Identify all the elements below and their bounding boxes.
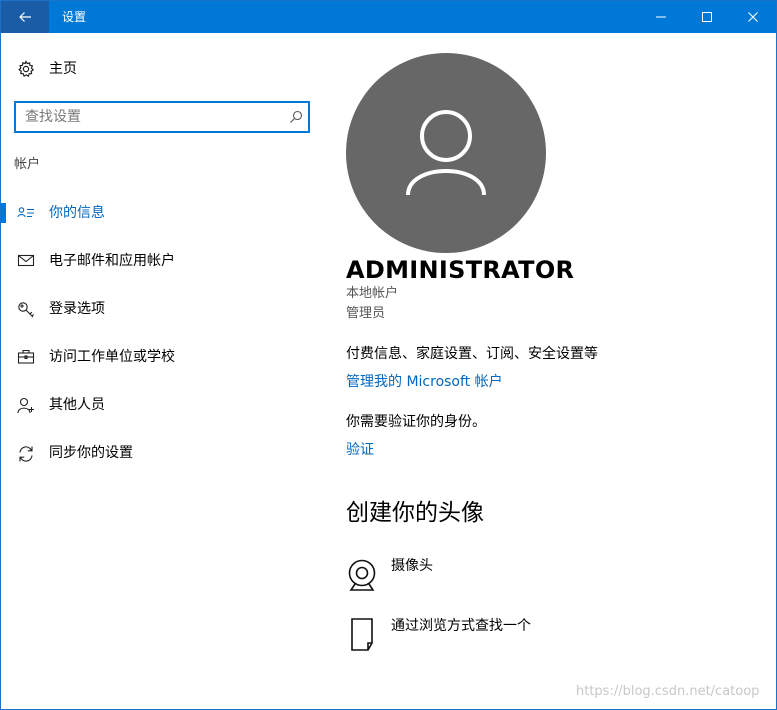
avatar-option-label: 摄像头 [391,558,433,574]
avatar-option-browse[interactable]: 通过浏览方式查找一个 [346,617,606,665]
user-silhouette-icon [406,110,486,196]
back-button[interactable] [1,1,49,33]
user-card-icon [17,207,34,218]
webcam-icon [348,559,376,591]
sidebar-item-label: 你的信息 [49,205,105,221]
avatar-option-camera[interactable]: 摄像头 [346,557,606,605]
sidebar-item-your-info[interactable]: 你的信息 [1,193,321,233]
sidebar-item-work-school[interactable]: 访问工作单位或学校 [1,337,321,377]
minimize-button[interactable] [638,1,684,33]
account-type: 本地帐户 [346,286,399,301]
title-bar: 设置 [1,1,776,33]
search-icon[interactable] [289,110,303,124]
user-name: ADMINISTRATOR [346,256,575,284]
close-icon [748,12,758,22]
mail-icon [17,254,35,267]
billing-info-text: 付费信息、家庭设置、订阅、安全设置等 [346,346,598,362]
selection-indicator [1,203,6,223]
sidebar-item-label: 其他人员 [49,397,105,413]
sync-icon [19,446,33,462]
manage-microsoft-account-link[interactable]: 管理我的 Microsoft 帐户 [346,373,503,391]
close-button[interactable] [730,1,776,33]
account-role: 管理员 [346,306,386,321]
key-icon [18,302,34,318]
sidebar-item-sign-in-options[interactable]: 登录选项 [1,289,321,329]
search-box[interactable] [14,101,310,133]
watermark: https://blog.csdn.net/catoop [576,684,760,699]
search-input[interactable] [25,107,275,127]
minimize-icon [656,16,666,18]
back-arrow-icon [19,12,31,22]
window-title: 设置 [62,10,87,24]
briefcase-icon [17,349,35,364]
sidebar-item-label: 访问工作单位或学校 [49,349,175,365]
sidebar-item-email-accounts[interactable]: 电子邮件和应用帐户 [1,241,321,281]
verify-identity-text: 你需要验证你的身份。 [346,414,486,430]
sidebar-item-sync-settings[interactable]: 同步你的设置 [1,433,321,473]
sidebar-item-label: 同步你的设置 [49,445,133,461]
user-avatar [346,53,546,253]
person-add-icon [17,397,34,414]
sidebar-item-label: 主页 [49,61,77,77]
sidebar-item-label: 登录选项 [49,301,105,317]
avatar-option-label: 通过浏览方式查找一个 [391,618,531,634]
maximize-button[interactable] [684,1,730,33]
gear-icon [18,60,35,77]
sidebar-item-other-people[interactable]: 其他人员 [1,385,321,425]
section-header-accounts: 帐户 [14,157,41,172]
browse-file-icon [351,618,373,651]
maximize-icon [702,12,712,22]
create-avatar-title: 创建你的头像 [346,500,484,526]
settings-window: 设置 主页 查找设置 帐户 你的信息 电子邮件和应用帐户 登录选项 访问工作单位… [0,0,777,710]
sidebar-item-home[interactable]: 主页 [1,49,321,89]
verify-link[interactable]: 验证 [346,441,374,459]
sidebar-item-label: 电子邮件和应用帐户 [49,253,175,269]
